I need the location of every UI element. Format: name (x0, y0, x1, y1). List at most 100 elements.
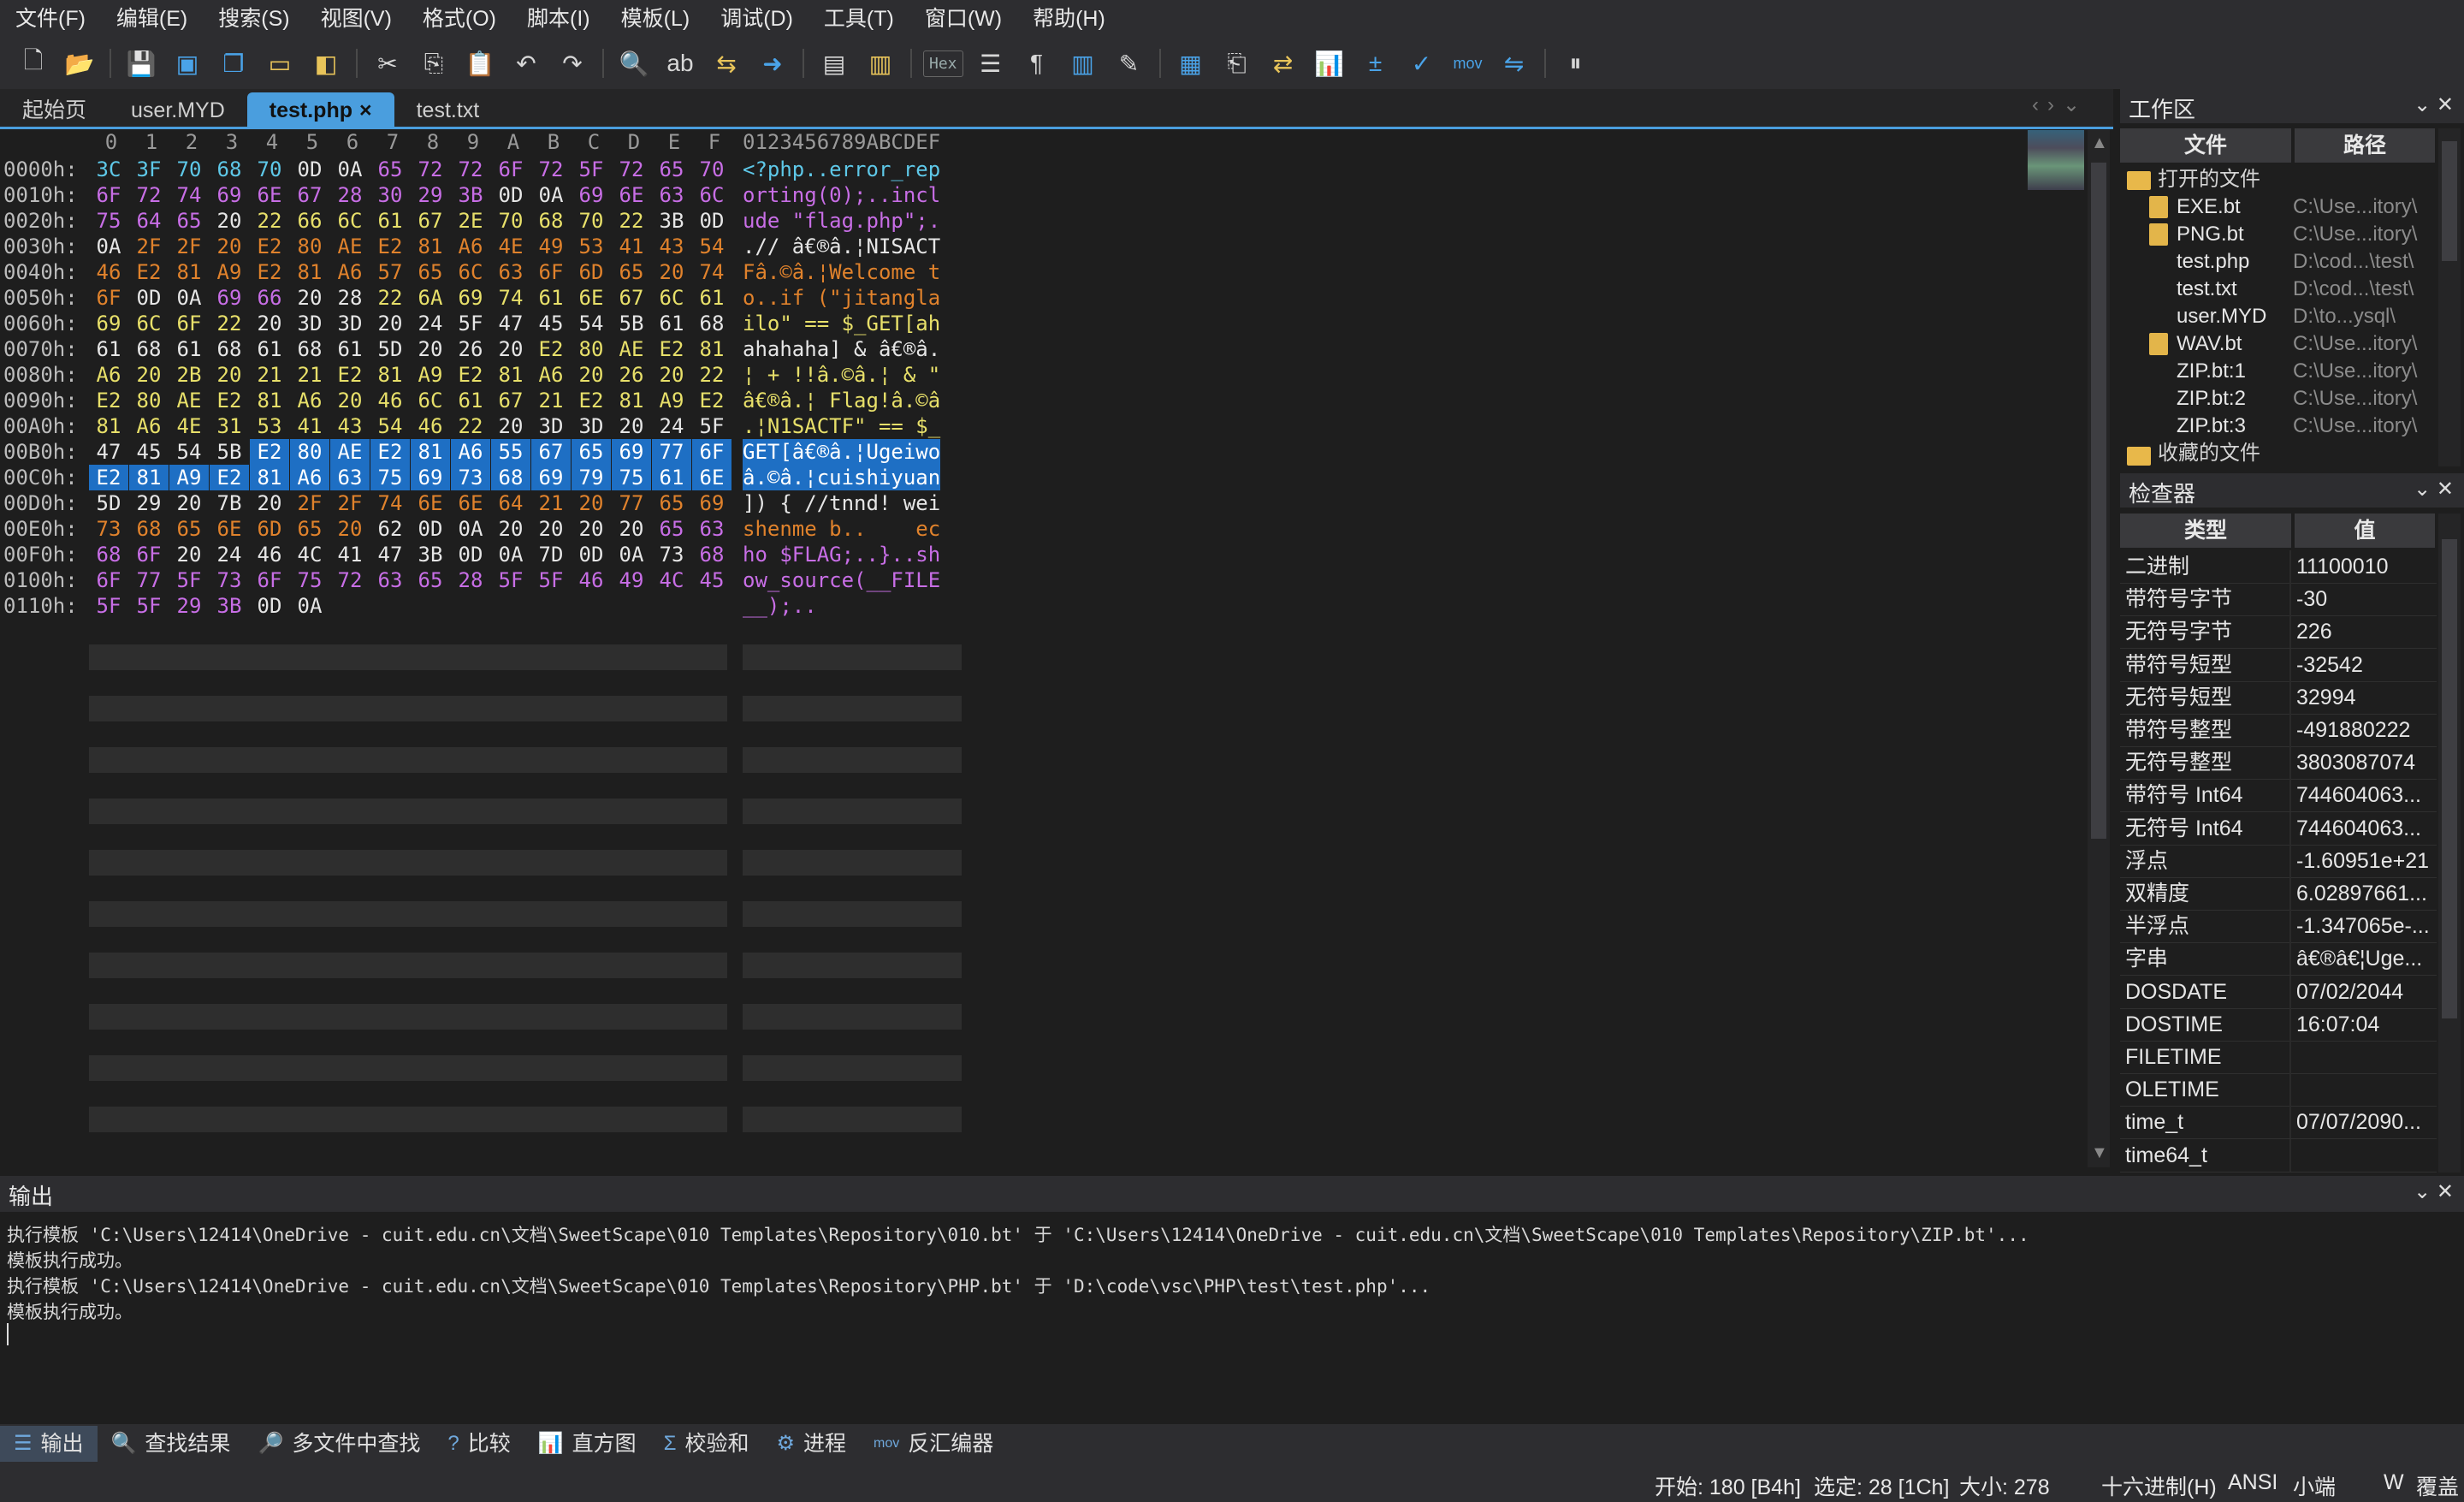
hex-byte[interactable]: 68 (692, 542, 732, 567)
hex-byte[interactable]: 65 (612, 259, 651, 285)
ascii-row[interactable]: shenme b.. ec (743, 516, 940, 542)
hex-byte[interactable]: E2 (210, 388, 249, 413)
inspector-row[interactable]: 二进制 11100010 (2120, 550, 2437, 584)
menu-item[interactable]: 帮助(H) (1017, 0, 1121, 38)
hex-byte[interactable]: 55 (491, 439, 530, 465)
hex-byte[interactable]: 21 (531, 388, 571, 413)
hex-byte[interactable]: 20 (491, 516, 530, 542)
hex-byte[interactable]: 5F (572, 157, 611, 182)
hex-byte[interactable]: 0A (531, 182, 571, 208)
hex-byte[interactable]: 0A (290, 593, 329, 619)
hex-byte[interactable]: 5F (451, 311, 490, 336)
hex-byte[interactable]: 20 (250, 490, 289, 516)
hex-byte[interactable]: 70 (491, 208, 530, 234)
hex-byte[interactable]: 74 (370, 490, 410, 516)
redo-icon[interactable]: ↷ (554, 45, 591, 82)
hex-byte[interactable]: 61 (89, 336, 128, 362)
tab-navigation[interactable]: ‹›⌄ (2032, 92, 2088, 117)
hex-byte[interactable]: 5F (692, 413, 732, 439)
hex-byte[interactable]: 65 (411, 567, 450, 593)
hex-byte[interactable]: A9 (169, 465, 209, 490)
hex-byte[interactable]: 0D (129, 285, 169, 311)
open-file-icon[interactable]: 📂 (61, 45, 98, 82)
hex-byte[interactable]: 3D (531, 413, 571, 439)
menu-item[interactable]: 视图(V) (305, 0, 407, 38)
hex-byte[interactable]: 74 (692, 259, 732, 285)
hex-byte[interactable]: 63 (692, 516, 732, 542)
hex-byte[interactable]: E2 (692, 388, 732, 413)
hex-byte[interactable]: 22 (370, 285, 410, 311)
hex-byte[interactable]: 64 (129, 208, 169, 234)
hex-byte[interactable]: 65 (290, 516, 329, 542)
hex-byte[interactable]: 81 (250, 388, 289, 413)
hex-byte[interactable]: 6C (692, 182, 732, 208)
hex-byte[interactable]: 5D (370, 336, 410, 362)
inspector-row[interactable]: FILETIME (2120, 1041, 2437, 1074)
bottom-tab[interactable]: ? 比较 (434, 1426, 524, 1462)
hex-byte[interactable]: 68 (89, 542, 128, 567)
hex-byte[interactable]: 57 (370, 259, 410, 285)
hex-byte[interactable]: 20 (531, 516, 571, 542)
checksum-icon[interactable]: ✓ (1403, 45, 1441, 82)
hex-byte[interactable]: 6C (129, 311, 169, 336)
hex-byte[interactable]: A9 (210, 259, 249, 285)
hex-byte[interactable]: 0D (250, 593, 289, 619)
disassembler-button[interactable]: mov (1449, 45, 1487, 82)
hex-byte[interactable]: 20 (169, 542, 209, 567)
hex-byte[interactable]: 6E (451, 490, 490, 516)
hex-byte[interactable]: 6F (531, 259, 571, 285)
hex-byte[interactable]: 68 (290, 336, 329, 362)
hex-byte[interactable]: 46 (370, 388, 410, 413)
hex-byte[interactable]: A6 (129, 413, 169, 439)
hex-byte[interactable]: 0D (572, 542, 611, 567)
workspace-file-name[interactable]: test.txt (2177, 276, 2237, 303)
hex-byte[interactable]: 69 (210, 182, 249, 208)
hex-byte[interactable]: 69 (89, 311, 128, 336)
hex-byte[interactable]: 68 (210, 336, 249, 362)
hex-byte[interactable]: 20 (572, 490, 611, 516)
hex-byte[interactable]: 46 (572, 567, 611, 593)
hex-byte[interactable]: 5F (531, 567, 571, 593)
ascii-row[interactable]: ]) { //tnnd! wei (743, 490, 940, 516)
undo-icon[interactable]: ↶ (507, 45, 545, 82)
hex-byte[interactable]: 61 (531, 285, 571, 311)
hex-byte[interactable]: 80 (290, 234, 329, 259)
inspector-row[interactable]: 无符号整型 3803087074 (2120, 746, 2437, 781)
hex-byte[interactable]: 75 (612, 465, 651, 490)
hex-byte[interactable]: 6F (250, 567, 289, 593)
hex-byte[interactable]: 47 (370, 542, 410, 567)
hex-byte[interactable]: 68 (210, 157, 249, 182)
workspace-scrollbar-thumb[interactable] (2442, 141, 2457, 261)
output-controls[interactable]: ⌄ ✕ (2414, 1179, 2454, 1204)
compare-icon[interactable]: ⇄ (1265, 45, 1302, 82)
hex-byte[interactable]: 80 (572, 336, 611, 362)
hex-byte[interactable]: 20 (210, 208, 249, 234)
ascii-row[interactable]: __);.. (743, 593, 817, 619)
hex-byte[interactable]: 6F (89, 285, 128, 311)
bottom-tab[interactable]: 🔎 多文件中查找 (244, 1426, 434, 1462)
menu-item[interactable]: 调试(D) (705, 0, 808, 38)
workspace-file-name[interactable]: test.php (2177, 248, 2249, 276)
hex-byte[interactable]: 47 (491, 311, 530, 336)
run-script-icon[interactable]: ▤ (815, 45, 853, 82)
hex-byte[interactable]: A6 (290, 388, 329, 413)
hex-byte[interactable]: 63 (491, 259, 530, 285)
hex-byte[interactable]: 20 (652, 362, 691, 388)
hex-byte[interactable]: A6 (451, 234, 490, 259)
hex-byte[interactable]: 68 (692, 311, 732, 336)
inspector-row[interactable]: 带符号 Int64 744604063... (2120, 779, 2437, 813)
hex-byte[interactable]: 3F (129, 157, 169, 182)
ascii-row[interactable]: .¦N1SACTF" == $_ (743, 413, 940, 439)
hex-byte[interactable]: 0D (491, 182, 530, 208)
hex-byte[interactable]: 64 (491, 490, 530, 516)
ascii-row[interactable]: ¦ + !!â.©â.¦ & " (743, 362, 940, 388)
hex-byte[interactable]: A9 (652, 388, 691, 413)
hex-byte[interactable]: 21 (250, 362, 289, 388)
hex-byte[interactable]: 67 (612, 285, 651, 311)
menu-item[interactable]: 窗口(W) (909, 0, 1017, 38)
hex-byte[interactable]: 54 (572, 311, 611, 336)
ascii-row[interactable]: ow_source(__FILE (743, 567, 940, 593)
hex-byte[interactable]: 2F (129, 234, 169, 259)
new-file-icon[interactable]: 🗋 (15, 45, 52, 82)
hex-byte[interactable]: 20 (169, 490, 209, 516)
